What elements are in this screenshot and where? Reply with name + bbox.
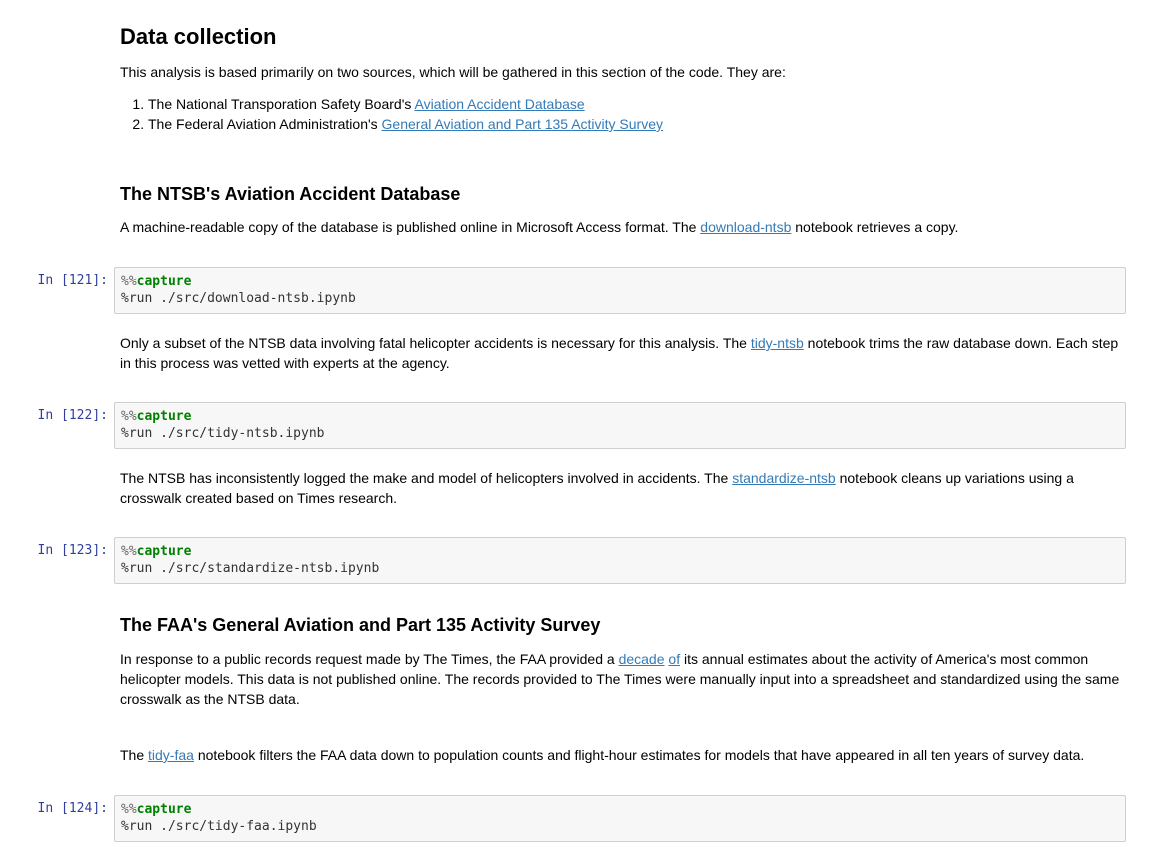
code-cell-standardize-ntsb[interactable]: %%capture %run ./src/standardize-ntsb.ip… [114,537,1126,584]
markdown-cell-data-collection: Data collection This analysis is based p… [120,24,1130,134]
code-cell-tidy-ntsb[interactable]: %%capture %run ./src/tidy-ntsb.ipynb [114,402,1126,449]
input-prompt: In [122]: [37,408,108,423]
code-cell-tidy-faa[interactable]: %%capture %run ./src/tidy-faa.ipynb [114,795,1126,842]
link-standardize-ntsb[interactable]: standardize-ntsb [732,470,836,486]
heading-ntsb-database: The NTSB's Aviation Accident Database [120,184,461,204]
intro-paragraph: This analysis is based primarily on two … [120,64,786,80]
paragraph-ntsb-download: A machine-readable copy of the database … [120,219,959,235]
heading-faa-survey: The FAA's General Aviation and Part 135 … [120,615,601,635]
link-decade[interactable]: decade [619,651,665,667]
link-aviation-accident-database[interactable]: Aviation Accident Database [415,96,585,112]
link-download-ntsb[interactable]: download-ntsb [700,219,791,235]
markdown-cell-faa: The FAA's General Aviation and Part 135 … [120,614,1130,765]
paragraph-tidy-ntsb: Only a subset of the NTSB data involving… [120,335,1119,371]
link-tidy-ntsb[interactable]: tidy-ntsb [751,335,804,351]
list-item: The National Transporation Safety Board'… [148,94,1130,114]
paragraph-faa-records: In response to a public records request … [120,651,1120,707]
list-item: The Federal Aviation Administration's Ge… [148,114,1130,134]
link-tidy-faa[interactable]: tidy-faa [148,747,194,763]
link-general-aviation-survey[interactable]: General Aviation and Part 135 Activity S… [382,116,663,132]
paragraph-standardize-ntsb: The NTSB has inconsistently logged the m… [120,470,1074,506]
link-of[interactable]: of [668,651,680,667]
input-prompt: In [121]: [37,273,108,288]
markdown-cell-tidy-ntsb: Only a subset of the NTSB data involving… [120,333,1130,373]
markdown-cell-standardize-ntsb: The NTSB has inconsistently logged the m… [120,468,1130,508]
heading-data-collection: Data collection [120,24,277,49]
input-prompt: In [123]: [37,543,108,558]
paragraph-tidy-faa: The tidy-faa notebook filters the FAA da… [120,747,1085,763]
input-prompt: In [124]: [37,801,108,816]
code-cell-download-ntsb[interactable]: %%capture %run ./src/download-ntsb.ipynb [114,267,1126,314]
markdown-cell-ntsb: The NTSB's Aviation Accident Database A … [120,183,1130,237]
sources-list: The National Transporation Safety Board'… [120,94,1130,134]
